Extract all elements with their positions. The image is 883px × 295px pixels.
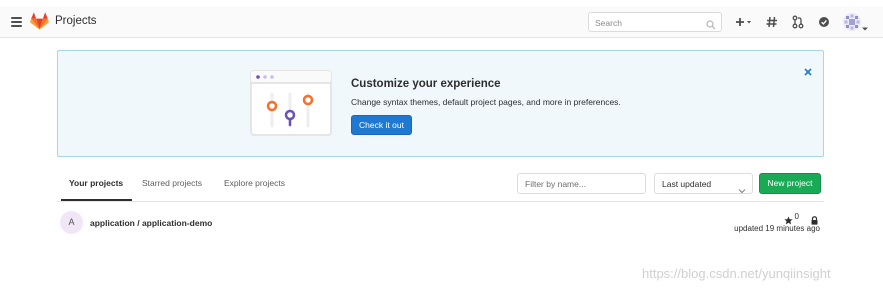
check-it-out-button[interactable]: Check it out [351, 115, 412, 135]
sort-dropdown[interactable]: Last updated [654, 173, 753, 194]
new-dropdown-plus-icon[interactable] [733, 13, 757, 31]
new-project-button[interactable]: New project [759, 173, 821, 194]
active-tab-indicator [61, 199, 132, 201]
hamburger-menu-icon[interactable] [11, 17, 22, 27]
filter-input[interactable] [518, 174, 645, 194]
gitlab-logo-icon[interactable] [30, 12, 49, 30]
filter-by-name[interactable] [517, 173, 646, 194]
tab-explore-projects[interactable]: Explore projects [224, 178, 285, 188]
close-icon[interactable] [804, 63, 812, 76]
top-navbar: Projects [0, 6, 883, 38]
tab-starred-projects[interactable]: Starred projects [142, 178, 202, 188]
star-count: 0 [794, 212, 799, 221]
merge-request-icon[interactable] [789, 13, 807, 31]
lock-icon [811, 212, 818, 225]
todo-hash-icon[interactable] [763, 13, 781, 31]
avatar-dropdown-caret-icon[interactable] [862, 19, 868, 31]
tab-your-projects[interactable]: Your projects [69, 178, 123, 188]
project-stats: 0 [760, 212, 820, 225]
star-icon [784, 212, 793, 225]
search-box[interactable] [588, 12, 722, 32]
preferences-illustration-icon [250, 70, 332, 136]
page-title: Projects [55, 15, 97, 27]
banner-description: Change syntax themes, default project pa… [351, 97, 621, 107]
project-name-link[interactable]: application / application-demo [90, 218, 212, 228]
projects-tabs: Your projects Starred projects Explore p… [57, 170, 824, 202]
search-input[interactable] [589, 14, 699, 32]
search-icon [706, 17, 716, 30]
updated-timestamp: updated 19 minutes ago [734, 224, 820, 233]
sort-selected-label: Last updated [662, 179, 712, 189]
issues-check-icon[interactable] [815, 13, 833, 31]
project-list-item[interactable]: A application / application-demo 0 updat… [57, 207, 824, 239]
project-avatar[interactable]: A [60, 211, 83, 234]
banner-title: Customize your experience [351, 78, 501, 90]
user-avatar[interactable] [843, 13, 861, 31]
watermark-text: https://blog.csdn.net/yunqiinsight [642, 266, 831, 281]
customize-experience-banner: Customize your experience Change syntax … [57, 50, 824, 157]
chevron-down-icon [738, 181, 746, 194]
